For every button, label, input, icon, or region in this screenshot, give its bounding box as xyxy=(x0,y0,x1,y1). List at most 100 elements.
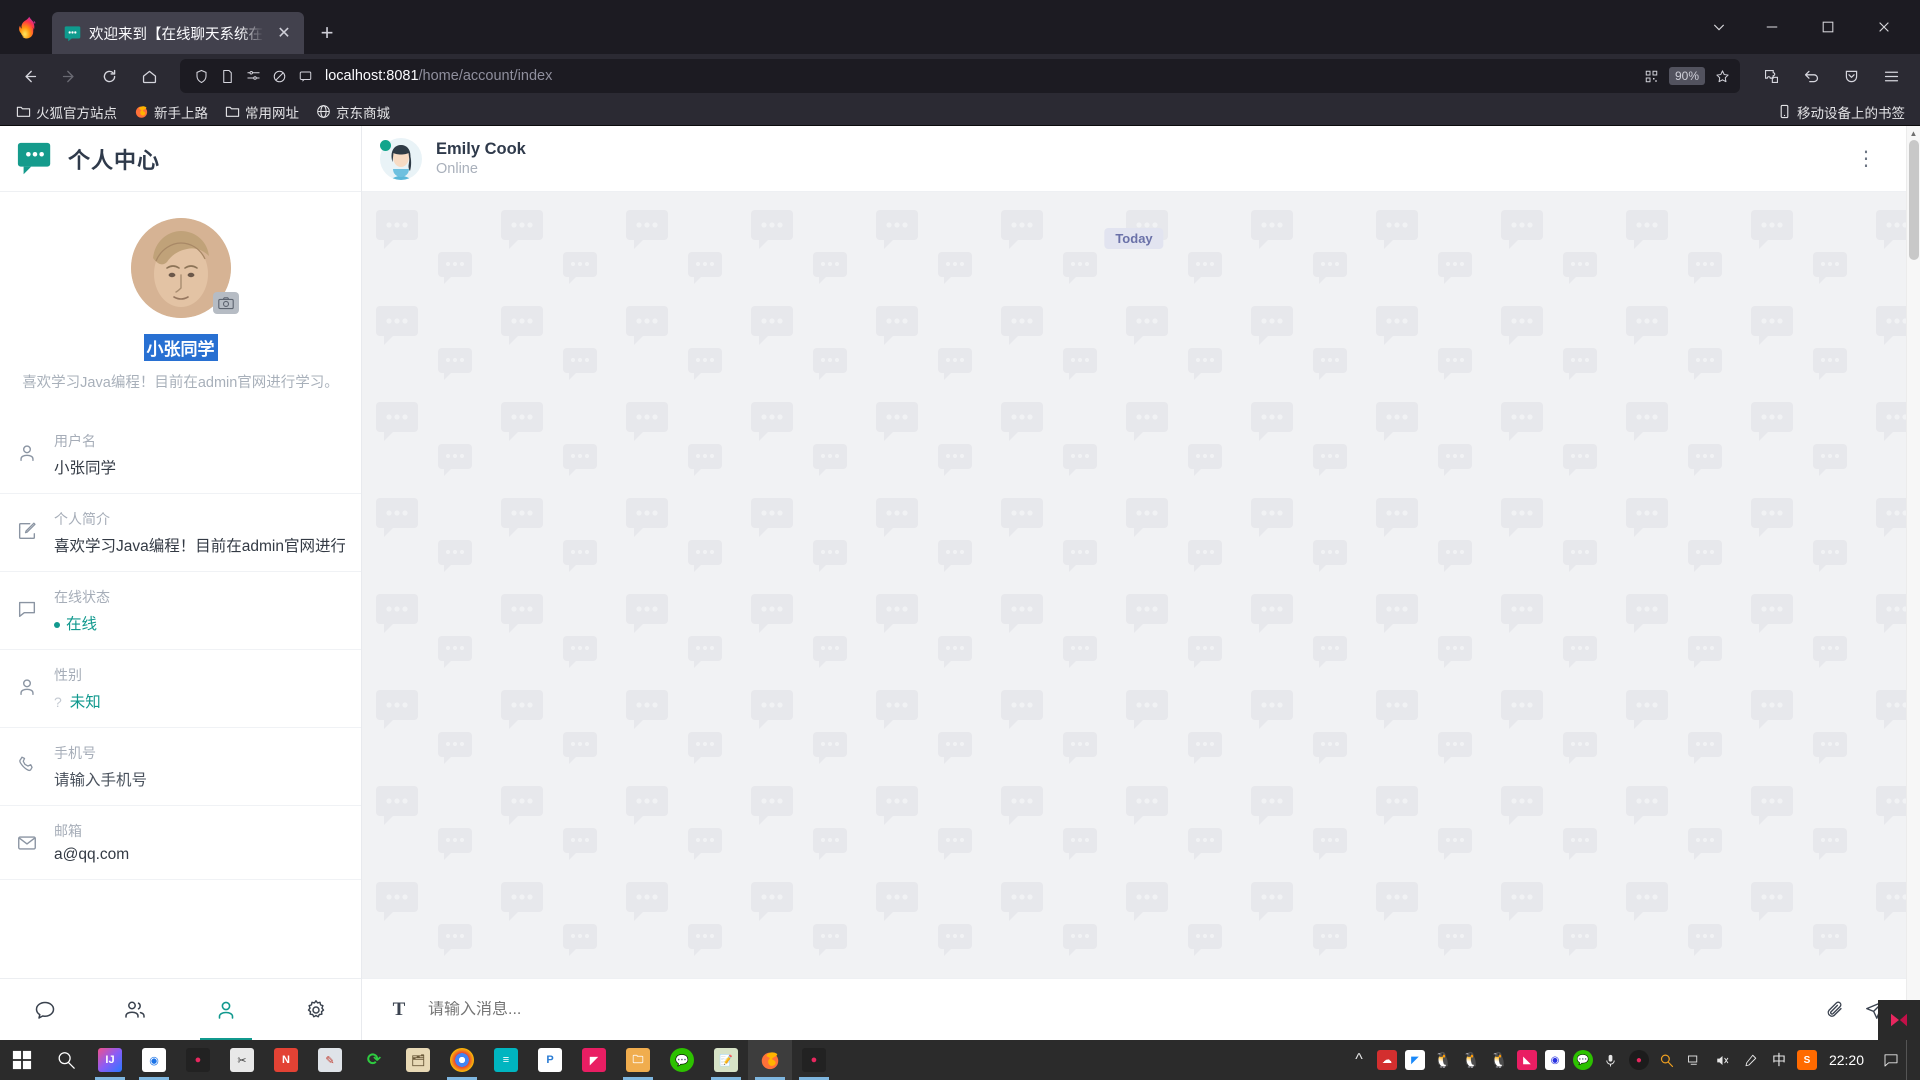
tray-pen-icon[interactable] xyxy=(1737,1040,1765,1080)
tray-pink-app-icon[interactable]: ◣ xyxy=(1513,1040,1541,1080)
close-window-button[interactable] xyxy=(1856,5,1912,49)
taskbar-app-recorder[interactable]: ● xyxy=(176,1040,220,1080)
taskbar-app-intellij[interactable]: IJ xyxy=(88,1040,132,1080)
tray-dingtalk-icon[interactable]: ◤ xyxy=(1401,1040,1429,1080)
water-drop-icon: ◉ xyxy=(142,1048,166,1072)
scrollbar-thumb[interactable] xyxy=(1909,140,1919,260)
scroll-up-arrow-icon[interactable]: ▲ xyxy=(1907,126,1920,140)
info-label: 个人简介 xyxy=(54,511,110,527)
back-button[interactable] xyxy=(10,59,48,93)
tray-qq3-icon[interactable]: 🐧 xyxy=(1485,1040,1513,1080)
bookmark-item[interactable]: 新手上路 xyxy=(126,99,215,125)
reload-button[interactable] xyxy=(90,59,128,93)
save-to-pocket-icon[interactable] xyxy=(1832,59,1870,93)
info-row-bio[interactable]: 个人简介 喜欢学习Java编程！目前在admin官网进行 xyxy=(0,494,361,572)
screen-recorder-widget[interactable] xyxy=(1878,1000,1920,1040)
tray-baidu-icon[interactable]: ◉ xyxy=(1541,1040,1569,1080)
tray-ime-language-indicator[interactable]: 中 xyxy=(1765,1040,1793,1080)
tray-cloud-icon[interactable]: ☁ xyxy=(1373,1040,1401,1080)
tray-network-icon[interactable] xyxy=(1681,1040,1709,1080)
show-desktop-button[interactable] xyxy=(1906,1040,1914,1080)
zoom-level-badge[interactable]: 90% xyxy=(1668,67,1705,85)
address-bar[interactable]: localhost:8081/home/account/index 90% xyxy=(180,59,1740,93)
tray-volume-muted-icon[interactable] xyxy=(1709,1040,1737,1080)
mobile-bookmarks-item[interactable]: 移动设备上的书签 xyxy=(1769,99,1912,125)
sidebar-item-profile[interactable] xyxy=(181,979,271,1041)
taskbar-app-xshell[interactable]: ≡ xyxy=(484,1040,528,1080)
tray-qq-icon[interactable]: 🐧 xyxy=(1429,1040,1457,1080)
taskbar-app-wechat[interactable]: 💬 xyxy=(660,1040,704,1080)
taskbar-app-recorder2[interactable]: ● xyxy=(792,1040,836,1080)
taskbar-search-button[interactable] xyxy=(44,1040,88,1080)
taskbar-clock[interactable]: 22:20 xyxy=(1821,1052,1876,1068)
mobile-icon xyxy=(1776,104,1792,120)
sidebar-item-messages[interactable] xyxy=(0,979,90,1041)
profile-info-list: 用户名 小张同学 个人简介 喜欢学习Java编程！目前在admin官网进行 在线… xyxy=(0,416,361,880)
taskbar-app-sync[interactable]: ⟳ xyxy=(352,1040,396,1080)
sidebar-item-contacts[interactable] xyxy=(90,979,180,1041)
info-row-email[interactable]: 邮箱 a@qq.com xyxy=(0,806,361,880)
reader-view-icon[interactable] xyxy=(294,65,317,88)
forward-button[interactable] xyxy=(50,59,88,93)
taskbar-app-pinkwave[interactable]: ◤ xyxy=(572,1040,616,1080)
maximize-window-button[interactable] xyxy=(1800,5,1856,49)
info-row-online-status[interactable]: 在线状态 在线 xyxy=(0,572,361,650)
taskbar-app-notes[interactable]: 📝 xyxy=(704,1040,748,1080)
message-input[interactable] xyxy=(428,1000,1806,1019)
taskbar-app-datagrip[interactable]: ◉ xyxy=(132,1040,176,1080)
paperclip-icon[interactable] xyxy=(1824,999,1846,1021)
tray-expand-button[interactable]: ^ xyxy=(1345,1040,1373,1080)
app-logo-icon xyxy=(16,140,54,178)
info-row-gender[interactable]: 性别 ? 未知 xyxy=(0,650,361,728)
chat-more-options-icon[interactable]: ⋮ xyxy=(1848,143,1884,175)
info-row-username[interactable]: 用户名 小张同学 xyxy=(0,416,361,494)
tray-microphone-icon[interactable] xyxy=(1597,1040,1625,1080)
tray-qq2-icon[interactable]: 🐧 xyxy=(1457,1040,1485,1080)
start-button[interactable] xyxy=(0,1040,44,1080)
taskbar-app-firefox[interactable] xyxy=(748,1040,792,1080)
close-tab-icon[interactable]: ✕ xyxy=(272,21,296,45)
taskbar-app-files[interactable]: 🗂 xyxy=(396,1040,440,1080)
minimize-window-button[interactable] xyxy=(1744,5,1800,49)
text-format-icon[interactable]: T xyxy=(388,999,410,1021)
contact-avatar[interactable] xyxy=(380,137,422,180)
pink-app-icon: ◤ xyxy=(582,1048,606,1072)
settings-gear-icon xyxy=(307,999,325,1017)
chat-pane: Emily Cook Online ⋮ Today T 请输入消息... xyxy=(362,126,1906,1040)
qr-code-icon[interactable] xyxy=(1640,65,1663,88)
page-info-icon[interactable] xyxy=(216,65,239,88)
taskbar-app-powerpoint[interactable]: P xyxy=(528,1040,572,1080)
taskbar-app-explorer[interactable]: 🗀 xyxy=(616,1040,660,1080)
bookmark-star-icon[interactable] xyxy=(1711,65,1734,88)
tray-search-icon[interactable] xyxy=(1653,1040,1681,1080)
avatar-section xyxy=(0,192,361,318)
page-scrollbar[interactable]: ▲ xyxy=(1906,126,1920,1040)
browser-tab-active[interactable]: 欢迎来到【在线聊天系统在线聊 ✕ xyxy=(52,12,304,54)
sidebar-item-settings[interactable] xyxy=(271,979,361,1041)
new-tab-button[interactable]: + xyxy=(310,16,344,50)
taskbar-app-snipaste[interactable]: ✂ xyxy=(220,1040,264,1080)
tray-recorder-icon[interactable]: ● xyxy=(1625,1040,1653,1080)
tray-wechat-icon[interactable]: 💬 xyxy=(1569,1040,1597,1080)
notification-center-icon[interactable] xyxy=(1876,1040,1906,1080)
taskbar-app-editor[interactable]: ✎ xyxy=(308,1040,352,1080)
camera-icon[interactable] xyxy=(212,292,239,314)
extensions-icon[interactable] xyxy=(1752,59,1790,93)
home-button[interactable] xyxy=(130,59,168,93)
info-row-phone[interactable]: 手机号 请输入手机号 xyxy=(0,728,361,806)
taskbar-app-navicat[interactable]: N xyxy=(264,1040,308,1080)
bookmark-item[interactable]: 京东商城 xyxy=(308,99,397,125)
shield-icon[interactable] xyxy=(190,65,213,88)
tracking-protection-icon[interactable] xyxy=(242,65,265,88)
app-menu-icon[interactable] xyxy=(1872,59,1910,93)
tray-sogou-icon[interactable]: S xyxy=(1793,1040,1821,1080)
list-all-tabs-button[interactable] xyxy=(1694,5,1744,49)
history-back-icon[interactable] xyxy=(1792,59,1830,93)
windows-taskbar: IJ ◉ ● ✂ N ✎ ⟳ 🗂 ≡ P ◤ 🗀 💬 📝 ● ^ ☁ ◤ 🐧 � xyxy=(0,1040,1920,1080)
bookmark-item[interactable]: 常用网址 xyxy=(217,99,306,125)
taskbar-app-chrome[interactable] xyxy=(440,1040,484,1080)
bookmark-item[interactable]: 火狐官方站点 xyxy=(8,99,124,125)
avatar-container[interactable] xyxy=(130,218,239,318)
url-text[interactable]: localhost:8081/home/account/index xyxy=(320,68,1637,84)
permissions-blocked-icon[interactable] xyxy=(268,65,291,88)
